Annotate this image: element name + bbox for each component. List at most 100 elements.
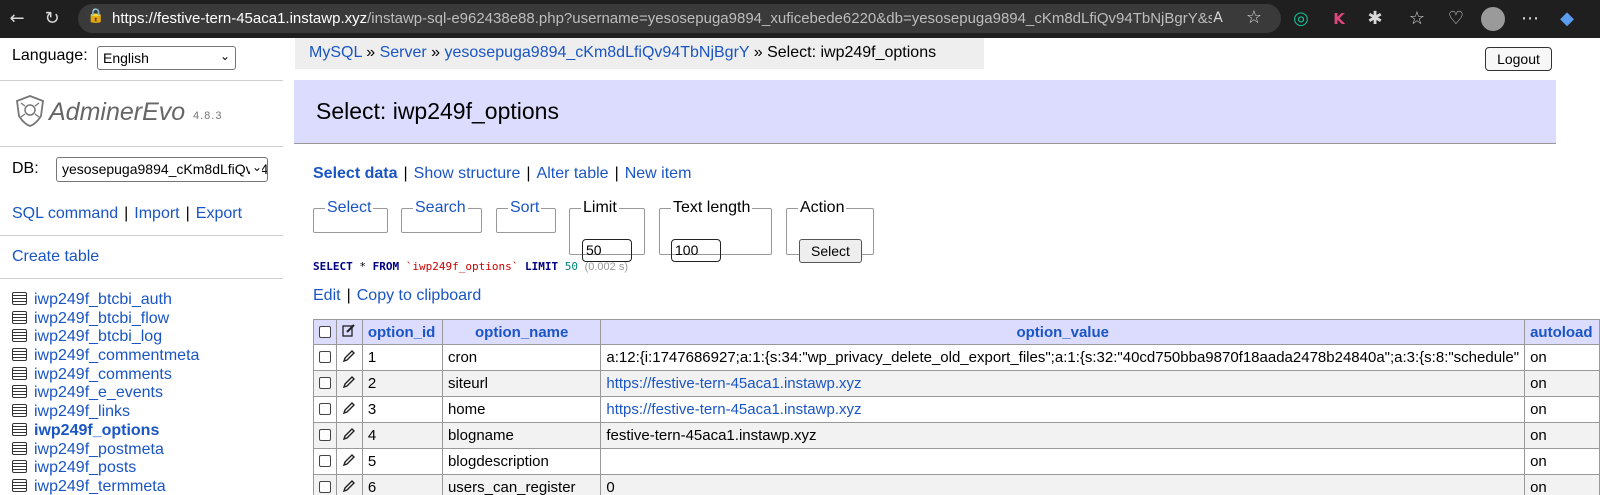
select-toggle[interactable]: Select	[325, 199, 373, 217]
cell-autoload[interactable]: on	[1524, 396, 1600, 423]
copy-to-clipboard-link[interactable]: Copy to clipboard	[357, 287, 482, 304]
pencil-edit-icon[interactable]	[342, 401, 356, 415]
column-header-autoload[interactable]: autoload	[1524, 319, 1600, 345]
table-link[interactable]: iwp249f_links	[34, 403, 130, 420]
table-select-icon[interactable]	[12, 422, 27, 436]
table-select-icon[interactable]	[12, 310, 27, 324]
create-table-link[interactable]: Create table	[12, 248, 99, 266]
pencil-edit-icon[interactable]	[342, 453, 356, 467]
table-select-icon[interactable]	[12, 460, 27, 474]
cell-option-name[interactable]: blogname	[441, 422, 602, 449]
table-select-icon[interactable]	[12, 366, 27, 380]
table-select-icon[interactable]	[12, 478, 27, 492]
show-structure-link[interactable]: Show structure	[414, 165, 521, 182]
select-all-checkbox[interactable]	[319, 325, 331, 338]
address-bar[interactable]: 🔒 https://festive-tern-45aca1.instawp.xy…	[78, 4, 1281, 33]
text-length-input[interactable]: 100	[671, 239, 721, 262]
breadcrumb-mysql[interactable]: MySQL	[309, 44, 362, 61]
logout-button[interactable]: Logout	[1485, 47, 1552, 71]
cell-option-value[interactable]	[600, 448, 1526, 475]
cell-option-value[interactable]: 0	[600, 474, 1526, 495]
table-link[interactable]: iwp249f_termmeta	[34, 478, 166, 495]
cell-option-id[interactable]: 2	[361, 370, 443, 397]
reload-icon[interactable]: ↻	[41, 8, 63, 30]
cell-option-name[interactable]: users_can_register	[441, 474, 602, 495]
breadcrumb-database[interactable]: yesosepuga9894_cKm8dLfiQv94TbNjBgrY	[445, 44, 750, 61]
back-icon[interactable]: ←	[6, 8, 28, 30]
table-link[interactable]: iwp249f_btcbi_log	[34, 328, 162, 345]
cell-option-id[interactable]: 3	[361, 396, 443, 423]
cell-option-name[interactable]: cron	[441, 344, 602, 371]
edit-query-link[interactable]: Edit	[313, 287, 341, 304]
cell-autoload[interactable]: on	[1524, 474, 1600, 495]
cell-option-value[interactable]: https://festive-tern-45aca1.instawp.xyz	[600, 370, 1526, 397]
table-select-icon[interactable]	[12, 348, 27, 362]
k-extension-icon[interactable]: K	[1328, 8, 1350, 30]
cell-option-id[interactable]: 1	[361, 344, 443, 371]
cell-option-name[interactable]: siteurl	[441, 370, 602, 397]
table-select-icon[interactable]	[12, 441, 27, 455]
table-link-active[interactable]: iwp249f_options	[34, 422, 159, 439]
cell-option-name[interactable]: home	[441, 396, 602, 423]
cell-option-value[interactable]: festive-tern-45aca1.instawp.xyz	[600, 422, 1526, 449]
table-select-icon[interactable]	[12, 404, 27, 418]
table-link[interactable]: iwp249f_btcbi_auth	[34, 291, 172, 308]
favorites-icon[interactable]: ☆	[1406, 8, 1428, 30]
pencil-edit-icon[interactable]	[342, 349, 356, 363]
cell-option-id[interactable]: 4	[361, 422, 443, 449]
column-header-option-value[interactable]: option_value	[600, 319, 1526, 345]
sql-query[interactable]: SELECT * FROM `iwp249f_options` LIMIT 50…	[313, 260, 628, 273]
pencil-edit-icon[interactable]	[342, 375, 356, 389]
breadcrumb-server[interactable]: Server	[380, 44, 427, 61]
table-select-icon[interactable]	[12, 329, 27, 343]
select-data-link[interactable]: Select data	[313, 165, 397, 182]
search-fieldset[interactable]: Search	[401, 199, 482, 233]
site-info-icon[interactable]: 🔒	[87, 8, 104, 24]
column-header-option-name[interactable]: option_name	[441, 319, 602, 345]
pencil-edit-icon[interactable]	[342, 427, 356, 441]
cell-option-id[interactable]: 6	[361, 474, 443, 495]
more-menu-icon[interactable]: ⋯	[1519, 8, 1541, 30]
cell-option-name[interactable]: blogdescription	[441, 448, 602, 475]
table-link[interactable]: iwp249f_comments	[34, 366, 172, 383]
row-checkbox[interactable]	[319, 429, 331, 441]
favorite-star-icon[interactable]: ☆	[1244, 7, 1264, 29]
export-link[interactable]: Export	[196, 205, 242, 222]
alter-table-link[interactable]: Alter table	[537, 165, 609, 182]
cell-option-value[interactable]: a:12:{i:1747686927;a:1:{s:34:"wp_privacy…	[600, 344, 1526, 371]
table-link[interactable]: iwp249f_commentmeta	[34, 347, 199, 364]
cell-autoload[interactable]: on	[1524, 370, 1600, 397]
sql-command-link[interactable]: SQL command	[12, 205, 118, 222]
table-link[interactable]: iwp249f_e_events	[34, 384, 163, 401]
cell-autoload[interactable]: on	[1524, 422, 1600, 449]
search-toggle[interactable]: Search	[413, 199, 468, 217]
option-value-link[interactable]: https://festive-tern-45aca1.instawp.xyz	[606, 375, 861, 392]
read-aloud-icon[interactable]: A	[1208, 7, 1228, 29]
profile-avatar[interactable]	[1481, 7, 1505, 31]
edit-all-icon[interactable]	[342, 323, 356, 337]
table-select-icon[interactable]	[12, 385, 27, 399]
table-link[interactable]: iwp249f_posts	[34, 459, 136, 476]
limit-input[interactable]: 50	[582, 239, 632, 262]
language-select[interactable]: English ⌄	[97, 46, 236, 70]
cell-option-value[interactable]: https://festive-tern-45aca1.instawp.xyz	[600, 396, 1526, 423]
grammarly-extension-icon[interactable]: ◎	[1290, 8, 1312, 30]
extensions-icon[interactable]: ✱	[1364, 8, 1386, 30]
option-value-link[interactable]: https://festive-tern-45aca1.instawp.xyz	[606, 401, 861, 418]
select-submit-button[interactable]: Select	[799, 239, 862, 263]
database-select[interactable]: yesosepuga9894_cKm8dLfiQv94TbNjBgrY ⌄	[56, 157, 268, 182]
copilot-icon[interactable]: ◆	[1556, 8, 1578, 30]
import-link[interactable]: Import	[134, 205, 179, 222]
cell-autoload[interactable]: on	[1524, 448, 1600, 475]
pencil-edit-icon[interactable]	[342, 479, 356, 493]
cell-option-id[interactable]: 5	[361, 448, 443, 475]
browser-essentials-icon[interactable]: ♡	[1445, 8, 1467, 30]
table-link[interactable]: iwp249f_postmeta	[34, 441, 164, 458]
sort-fieldset[interactable]: Sort	[496, 199, 556, 233]
table-link[interactable]: iwp249f_btcbi_flow	[34, 310, 169, 327]
row-checkbox[interactable]	[319, 351, 331, 363]
sort-toggle[interactable]: Sort	[508, 199, 541, 217]
row-checkbox[interactable]	[319, 377, 331, 389]
select-fieldset[interactable]: Select	[313, 199, 388, 233]
new-item-link[interactable]: New item	[625, 165, 692, 182]
